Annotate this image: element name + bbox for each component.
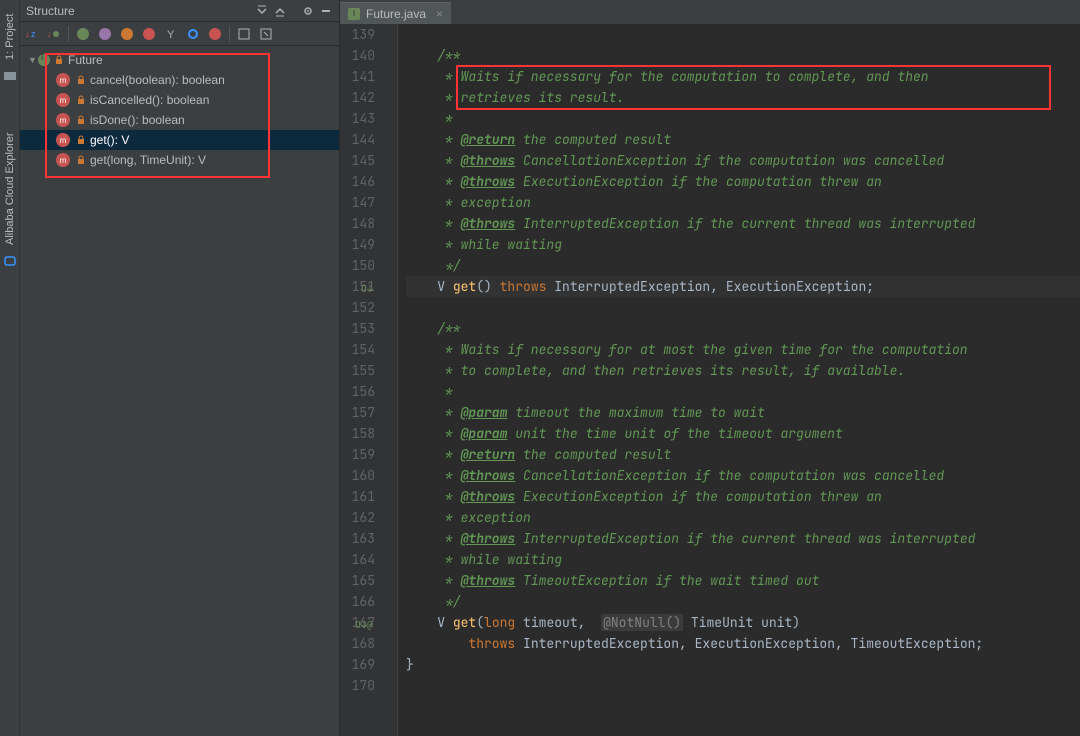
close-icon[interactable]: × <box>436 7 443 21</box>
panel-title: Structure <box>24 4 253 18</box>
svg-text:↓: ↓ <box>25 29 30 39</box>
filter-fields-icon[interactable] <box>73 24 93 44</box>
filter-y-icon[interactable]: Y <box>161 24 181 44</box>
code-line[interactable]: * @return the computed result <box>406 129 1080 150</box>
code-line[interactable]: * <box>406 108 1080 129</box>
gutter[interactable]: 139140141142143144145146147148149150151O… <box>340 24 398 736</box>
code-area[interactable]: 139140141142143144145146147148149150151O… <box>340 24 1080 736</box>
code-line[interactable]: V get() throws InterruptedException, Exe… <box>406 276 1080 297</box>
method-icon: m <box>56 153 70 167</box>
code-line[interactable]: * @param timeout the maximum time to wai… <box>406 402 1080 423</box>
gutter-override-icon[interactable]: O↓ <box>361 278 373 299</box>
folder-icon <box>3 68 17 82</box>
code-line[interactable]: * @param unit the time unit of the timeo… <box>406 423 1080 444</box>
code-line[interactable]: * to complete, and then retrieves its re… <box>406 360 1080 381</box>
tree-item-label: get(): V <box>90 133 129 147</box>
code-line[interactable]: * while waiting <box>406 234 1080 255</box>
method-icon: m <box>56 133 70 147</box>
filter-lambda-icon[interactable] <box>205 24 225 44</box>
lock-icon <box>54 55 64 65</box>
left-tool-strip[interactable]: 1: Project Alibaba Cloud Explorer <box>0 0 20 736</box>
minimize-icon[interactable] <box>317 2 335 20</box>
code-line[interactable] <box>406 675 1080 696</box>
tree-item[interactable]: m isCancelled(): boolean <box>20 90 339 110</box>
tree-item-label: isCancelled(): boolean <box>90 93 209 107</box>
code-line[interactable]: */ <box>406 591 1080 612</box>
lock-icon <box>76 75 86 85</box>
sort-visibility-icon[interactable]: ↓ <box>44 24 64 44</box>
method-icon: m <box>56 73 70 87</box>
code-line[interactable]: V get(long timeout, @NotNull() TimeUnit … <box>406 612 1080 633</box>
method-icon: m <box>56 113 70 127</box>
project-tool-label[interactable]: 1: Project <box>4 14 16 60</box>
tree-item[interactable]: m get(): V <box>20 130 339 150</box>
code-content[interactable]: /** * Waits if necessary for the computa… <box>398 24 1080 736</box>
code-line[interactable]: * @throws InterruptedException if the cu… <box>406 528 1080 549</box>
editor: I Future.java × 139140141142143144145146… <box>340 0 1080 736</box>
tree-root[interactable]: ▼ I Future <box>20 50 339 70</box>
tree-item-label: isDone(): boolean <box>90 113 185 127</box>
editor-tabs: I Future.java × <box>340 0 1080 24</box>
code-line[interactable]: * while waiting <box>406 549 1080 570</box>
lock-icon <box>76 95 86 105</box>
structure-panel: Structure ↓z ↓ Y ▼ I Future mcancel(bool… <box>20 0 340 736</box>
lock-icon <box>76 155 86 165</box>
code-line[interactable]: * @throws InterruptedException if the cu… <box>406 213 1080 234</box>
cloud-icon <box>3 254 17 268</box>
sort-alpha-icon[interactable]: ↓z <box>22 24 42 44</box>
svg-text:↓: ↓ <box>47 29 52 39</box>
code-line[interactable] <box>406 297 1080 318</box>
autoscroll-from-icon[interactable] <box>256 24 276 44</box>
structure-tree: ▼ I Future m cancel(boolean): boolean m isC… <box>20 46 339 170</box>
interface-file-icon: I <box>348 8 360 20</box>
lock-icon <box>76 115 86 125</box>
filter-class-icon[interactable] <box>139 24 159 44</box>
code-line[interactable]: * exception <box>406 192 1080 213</box>
code-line[interactable]: * @throws TimeoutException if the wait t… <box>406 570 1080 591</box>
code-line[interactable]: } <box>406 654 1080 675</box>
code-line[interactable]: * @throws CancellationException if the c… <box>406 465 1080 486</box>
code-line[interactable]: * Waits if necessary for the computation… <box>406 66 1080 87</box>
filter-final-icon[interactable] <box>117 24 137 44</box>
editor-tab[interactable]: I Future.java × <box>340 2 451 24</box>
lock-icon <box>76 135 86 145</box>
tab-label: Future.java <box>366 7 426 21</box>
structure-toolbar: ↓z ↓ Y <box>20 22 339 46</box>
tree-item-label: get(long, TimeUnit): V <box>90 153 206 167</box>
collapse-icon[interactable] <box>271 2 289 20</box>
code-line[interactable]: /** <box>406 318 1080 339</box>
filter-circle-icon[interactable] <box>183 24 203 44</box>
code-line[interactable] <box>406 24 1080 45</box>
gear-icon[interactable] <box>299 2 317 20</box>
code-line[interactable]: * @throws ExecutionException if the comp… <box>406 486 1080 507</box>
structure-panel-header: Structure <box>20 0 339 22</box>
code-line[interactable]: /** <box>406 45 1080 66</box>
code-line[interactable]: * <box>406 381 1080 402</box>
alibaba-tool-label[interactable]: Alibaba Cloud Explorer <box>4 132 16 245</box>
code-line[interactable]: * Waits if necessary for at most the giv… <box>406 339 1080 360</box>
code-line[interactable]: * @throws CancellationException if the c… <box>406 150 1080 171</box>
filter-props-icon[interactable] <box>95 24 115 44</box>
tree-item[interactable]: m get(long, TimeUnit): V <box>20 150 339 170</box>
code-line[interactable]: * retrieves its result. <box>406 87 1080 108</box>
code-line[interactable]: * exception <box>406 507 1080 528</box>
autoscroll-source-icon[interactable] <box>234 24 254 44</box>
gutter-override-icon[interactable]: O↓@ <box>355 614 373 635</box>
tree-item[interactable]: m cancel(boolean): boolean <box>20 70 339 90</box>
code-line[interactable]: * @throws ExecutionException if the comp… <box>406 171 1080 192</box>
code-line[interactable]: */ <box>406 255 1080 276</box>
expand-icon[interactable] <box>253 2 271 20</box>
svg-text:z: z <box>31 29 36 39</box>
tree-item[interactable]: m isDone(): boolean <box>20 110 339 130</box>
tree-root-label: Future <box>68 53 103 67</box>
code-line[interactable]: throws InterruptedException, ExecutionEx… <box>406 633 1080 654</box>
code-line[interactable]: * @return the computed result <box>406 444 1080 465</box>
method-icon: m <box>56 93 70 107</box>
tree-item-label: cancel(boolean): boolean <box>90 73 225 87</box>
svg-text:Y: Y <box>167 29 175 40</box>
